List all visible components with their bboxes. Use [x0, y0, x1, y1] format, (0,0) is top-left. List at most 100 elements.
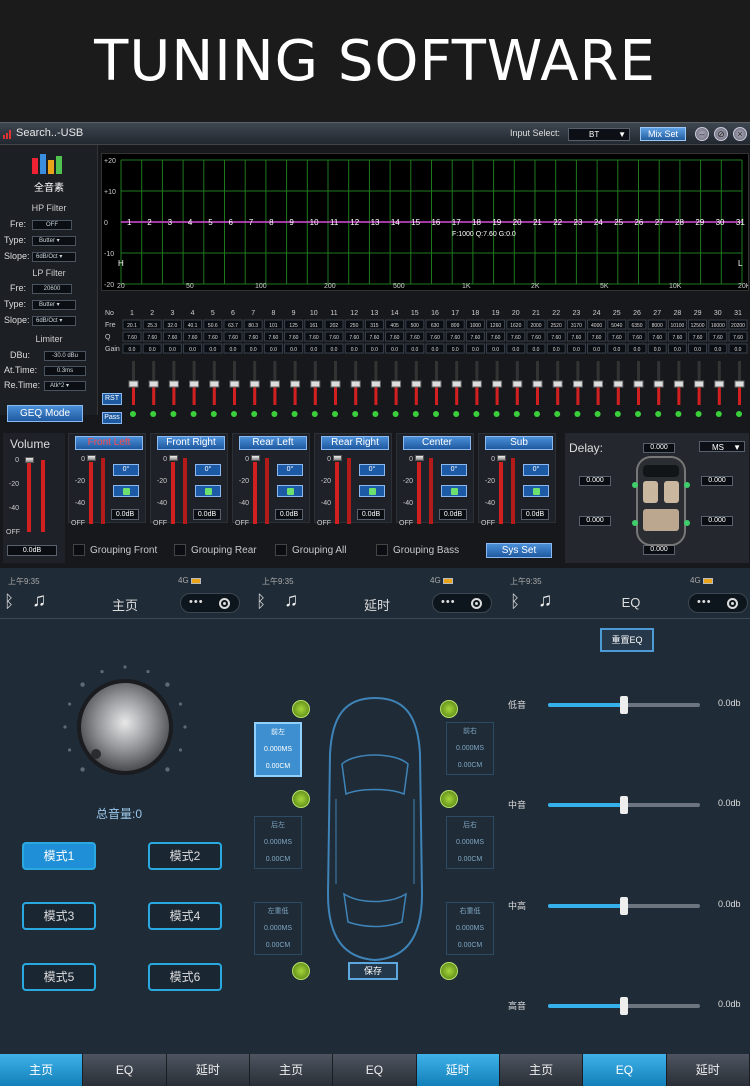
channel-db-value[interactable]: 0.0dB: [357, 509, 385, 520]
tab-item[interactable]: EQ: [583, 1054, 667, 1086]
eq-band-slider[interactable]: [548, 897, 700, 915]
band-status-led[interactable]: [251, 411, 258, 417]
bluetooth-icon[interactable]: ᛒ: [510, 592, 520, 612]
band-status-led[interactable]: [311, 411, 318, 417]
band-number-label[interactable]: 11: [330, 218, 339, 227]
fader-thumb[interactable]: [552, 380, 563, 388]
band-status-led[interactable]: [150, 411, 157, 417]
band-status-led[interactable]: [130, 411, 136, 417]
band-number-label[interactable]: 6: [228, 218, 233, 227]
channel-db-value[interactable]: 0.0dB: [193, 509, 221, 520]
delay-sub-right-box[interactable]: 右重低 0.000MS 0.00CM: [446, 902, 494, 955]
grouping-all-checkbox[interactable]: [275, 544, 287, 556]
lp-slope-select[interactable]: 6dB/Oct ▾: [32, 316, 76, 326]
speaker-sl-icon[interactable]: [292, 962, 310, 980]
grouping-bass-checkbox[interactable]: [376, 544, 388, 556]
music-note-icon[interactable]: ♫: [538, 590, 552, 612]
band-number-label[interactable]: 2: [147, 218, 152, 227]
fader-thumb[interactable]: [209, 380, 220, 388]
music-note-icon[interactable]: ♫: [284, 590, 298, 612]
band-status-led[interactable]: [493, 411, 500, 417]
band-number-label[interactable]: 27: [655, 218, 664, 227]
band-number-label[interactable]: 30: [716, 218, 725, 227]
band-status-led[interactable]: [291, 411, 298, 417]
more-icon[interactable]: •••: [189, 596, 204, 608]
close-icon[interactable]: ×: [733, 127, 747, 141]
fader-thumb[interactable]: [310, 380, 321, 388]
music-note-icon[interactable]: ♫: [32, 590, 46, 612]
band-number-label[interactable]: 7: [249, 218, 254, 227]
phase-button[interactable]: 0°: [113, 464, 139, 476]
band-number-label[interactable]: 29: [695, 218, 704, 227]
band-status-led[interactable]: [715, 411, 722, 417]
delay-sub-left-box[interactable]: 左重低 0.000MS 0.00CM: [254, 902, 302, 955]
channel-db-value[interactable]: 0.0dB: [439, 509, 467, 520]
delay-center-value[interactable]: 0.000: [643, 443, 675, 453]
channel-slider-thumb[interactable]: [169, 455, 178, 461]
delay-front-right-box[interactable]: 前右 0.000MS 0.00CM: [446, 722, 494, 775]
channel-slider-thumb[interactable]: [415, 455, 424, 461]
speaker-mute-icon[interactable]: [441, 485, 467, 497]
mode-3-button[interactable]: 模式3: [22, 902, 96, 930]
fader-thumb[interactable]: [593, 380, 604, 388]
fader-thumb[interactable]: [694, 380, 705, 388]
band-status-led[interactable]: [534, 411, 540, 417]
volume-slider-thumb[interactable]: [25, 457, 34, 463]
grouping-rear-checkbox[interactable]: [174, 544, 186, 556]
speaker-fl-icon[interactable]: [292, 700, 310, 718]
phase-button[interactable]: 0°: [277, 464, 303, 476]
grouping-front-checkbox[interactable]: [73, 544, 85, 556]
delay-unit-select[interactable]: MS ▼: [699, 441, 745, 452]
rst-button[interactable]: RST: [102, 393, 122, 405]
band-status-led[interactable]: [554, 411, 561, 417]
fader-thumb[interactable]: [370, 380, 381, 388]
close-target-icon[interactable]: [727, 598, 738, 609]
speaker-mute-icon[interactable]: [523, 485, 549, 497]
bluetooth-icon[interactable]: ᛒ: [256, 592, 266, 612]
eq-graph[interactable]: +20+100-10-2020501002005001K2K5K10K20KHz…: [101, 153, 750, 291]
mini-program-capsule[interactable]: •••: [432, 593, 492, 613]
band-number-label[interactable]: 9: [289, 218, 294, 227]
band-status-led[interactable]: [453, 411, 460, 417]
fader-thumb[interactable]: [391, 380, 402, 388]
band-number-label[interactable]: 23: [574, 218, 583, 227]
band-status-led[interactable]: [170, 411, 177, 417]
band-status-led[interactable]: [736, 411, 742, 417]
bluetooth-icon[interactable]: ᛒ: [4, 592, 14, 612]
hp-fre-input[interactable]: OFF: [32, 220, 72, 230]
speaker-mute-icon[interactable]: [359, 485, 385, 497]
eq-band-slider[interactable]: [548, 997, 700, 1015]
tab-item[interactable]: 延时: [416, 1054, 500, 1086]
fader-thumb[interactable]: [350, 380, 361, 388]
fader-thumb[interactable]: [229, 380, 240, 388]
fader-thumb[interactable]: [269, 380, 280, 388]
mode-1-button[interactable]: 模式1: [22, 842, 96, 870]
delay-front-right-value[interactable]: 0.000: [701, 476, 733, 486]
fader-thumb[interactable]: [168, 380, 179, 388]
delay-front-left-value[interactable]: 0.000: [579, 476, 611, 486]
band-status-led[interactable]: [332, 411, 338, 417]
pass-button[interactable]: Pass: [102, 412, 122, 424]
band-status-led[interactable]: [392, 411, 399, 417]
hp-slope-select[interactable]: 6dB/Oct ▾: [32, 252, 76, 262]
channel-name-button[interactable]: Front Right: [157, 436, 225, 450]
fader-thumb[interactable]: [492, 380, 503, 388]
delay-rear-left-box[interactable]: 后左 0.000MS 0.00CM: [254, 816, 302, 869]
band-number-label[interactable]: 24: [594, 218, 603, 227]
band-number-label[interactable]: 14: [391, 218, 400, 227]
channel-name-button[interactable]: Rear Right: [321, 436, 389, 450]
channel-slider-thumb[interactable]: [497, 455, 506, 461]
limiter-retime-select[interactable]: Atk*2 ▾: [44, 381, 86, 391]
eq-band-thumb[interactable]: [620, 897, 628, 915]
band-status-led[interactable]: [210, 411, 217, 417]
band-number-label[interactable]: 15: [411, 218, 420, 227]
band-number-label[interactable]: 5: [208, 218, 213, 227]
close-target-icon[interactable]: [219, 598, 230, 609]
band-number-label[interactable]: 10: [310, 218, 319, 227]
fader-thumb[interactable]: [451, 380, 462, 388]
mode-2-button[interactable]: 模式2: [148, 842, 222, 870]
phase-button[interactable]: 0°: [359, 464, 385, 476]
lp-type-select[interactable]: Butter ▾: [32, 300, 76, 310]
speaker-mute-icon[interactable]: [113, 485, 139, 497]
tab-item[interactable]: 延时: [166, 1054, 250, 1086]
